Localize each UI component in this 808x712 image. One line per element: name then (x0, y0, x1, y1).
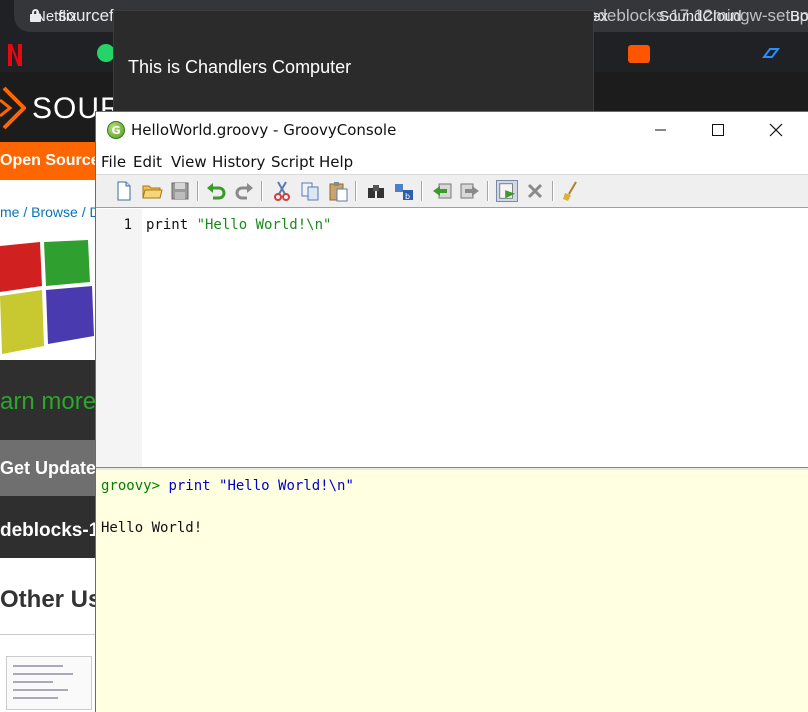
bookmark-soundcloud[interactable]: SoundCloud (659, 8, 742, 25)
redo-icon[interactable] (233, 180, 255, 202)
breadcrumb: me / Browse / D (0, 180, 100, 236)
maximize-button[interactable] (689, 112, 747, 148)
soundcloud-icon (628, 45, 650, 63)
close-icon (769, 123, 783, 137)
close-button[interactable] (747, 112, 805, 148)
menu-help[interactable]: Help (319, 153, 353, 171)
get-updates-button[interactable]: Get Updates (0, 440, 106, 496)
maximize-icon (712, 124, 724, 136)
undo-icon[interactable] (205, 180, 227, 202)
groovy-prompt: groovy> (101, 478, 161, 494)
find-icon[interactable] (365, 180, 387, 202)
code-line[interactable]: print "Hello World!\n" (146, 217, 331, 233)
bookmark-ex[interactable]: ex (592, 8, 608, 25)
codeblocks-logo-image (0, 236, 96, 360)
menu-history[interactable]: History (212, 153, 265, 171)
minimize-button[interactable] (631, 112, 689, 148)
toolbar-separator (421, 181, 423, 201)
download-filename-bar: deblocks-17 (0, 496, 110, 558)
section-divider (0, 634, 96, 635)
tooltip-popup: This is Chandlers Computer (113, 10, 594, 113)
paste-icon[interactable] (327, 180, 349, 202)
toolbar-separator (552, 181, 554, 201)
toolbar: b (96, 174, 808, 208)
previous-history-icon[interactable] (431, 180, 453, 202)
cut-icon[interactable] (271, 180, 293, 202)
open-folder-icon[interactable] (141, 180, 163, 202)
open-source-label: Open Source (0, 152, 100, 169)
new-file-icon[interactable] (113, 180, 135, 202)
menu-view[interactable]: View (171, 153, 207, 171)
menu-script[interactable]: Script (271, 153, 315, 171)
open-source-bar: Open Source (0, 142, 100, 180)
toolbar-separator (355, 181, 357, 201)
replace-icon[interactable]: b (393, 180, 415, 202)
copy-icon[interactable] (299, 180, 321, 202)
script-editor[interactable]: 1 print "Hello World!\n" (96, 209, 808, 467)
tooltip-text: This is Chandlers Computer (128, 57, 352, 77)
run-script-icon[interactable] (496, 180, 518, 202)
toolbar-separator (487, 181, 489, 201)
toolbar-separator (261, 181, 263, 201)
minimize-icon (655, 129, 666, 131)
groovy-console-window: G HelloWorld.groovy - GroovyConsole File… (95, 111, 808, 712)
executed-command: print "Hello World!\n" (160, 478, 354, 494)
next-history-icon[interactable] (459, 180, 481, 202)
code-keyword: print (146, 217, 197, 233)
thumbnail-image[interactable] (6, 656, 92, 710)
code-string: "Hello World!\n" (196, 217, 332, 233)
bookmark-netflix[interactable]: Netflix (35, 8, 77, 25)
window-title: HelloWorld.groovy - GroovyConsole (131, 121, 397, 139)
line-number-gutter: 1 (96, 209, 142, 467)
svg-text:b: b (405, 192, 410, 201)
groovy-app-icon: G (107, 121, 125, 139)
learn-more-banner: arn more (0, 360, 96, 440)
download-filename: deblocks-17 (0, 520, 110, 541)
interrupt-icon[interactable] (524, 180, 546, 202)
save-icon[interactable] (169, 180, 191, 202)
line-number: 1 (123, 217, 132, 233)
clear-output-icon[interactable] (560, 180, 582, 202)
sourceforge-logo-icon (0, 86, 26, 130)
output-pane[interactable]: groovy> print "Hello World!\n" Hello Wor… (96, 470, 808, 712)
output-command-line: groovy> print "Hello World!\n" (101, 478, 354, 494)
bookmark-logo-icon (762, 48, 780, 58)
menu-edit[interactable]: Edit (133, 153, 162, 171)
menu-bar: File Edit View History Script Help (96, 148, 808, 174)
get-updates-label: Get Updates (0, 458, 107, 478)
other-useful-section: Other Use (0, 558, 115, 712)
output-result: Hello World! (101, 520, 203, 536)
breadcrumb-text[interactable]: me / Browse / D (0, 204, 100, 220)
title-bar[interactable]: G HelloWorld.groovy - GroovyConsole (96, 112, 808, 148)
netflix-icon (8, 44, 22, 66)
menu-file[interactable]: File (101, 153, 126, 171)
learn-more-link[interactable]: arn more (0, 388, 96, 416)
bookmark-bo[interactable]: Bo (790, 8, 808, 25)
toolbar-separator (197, 181, 199, 201)
